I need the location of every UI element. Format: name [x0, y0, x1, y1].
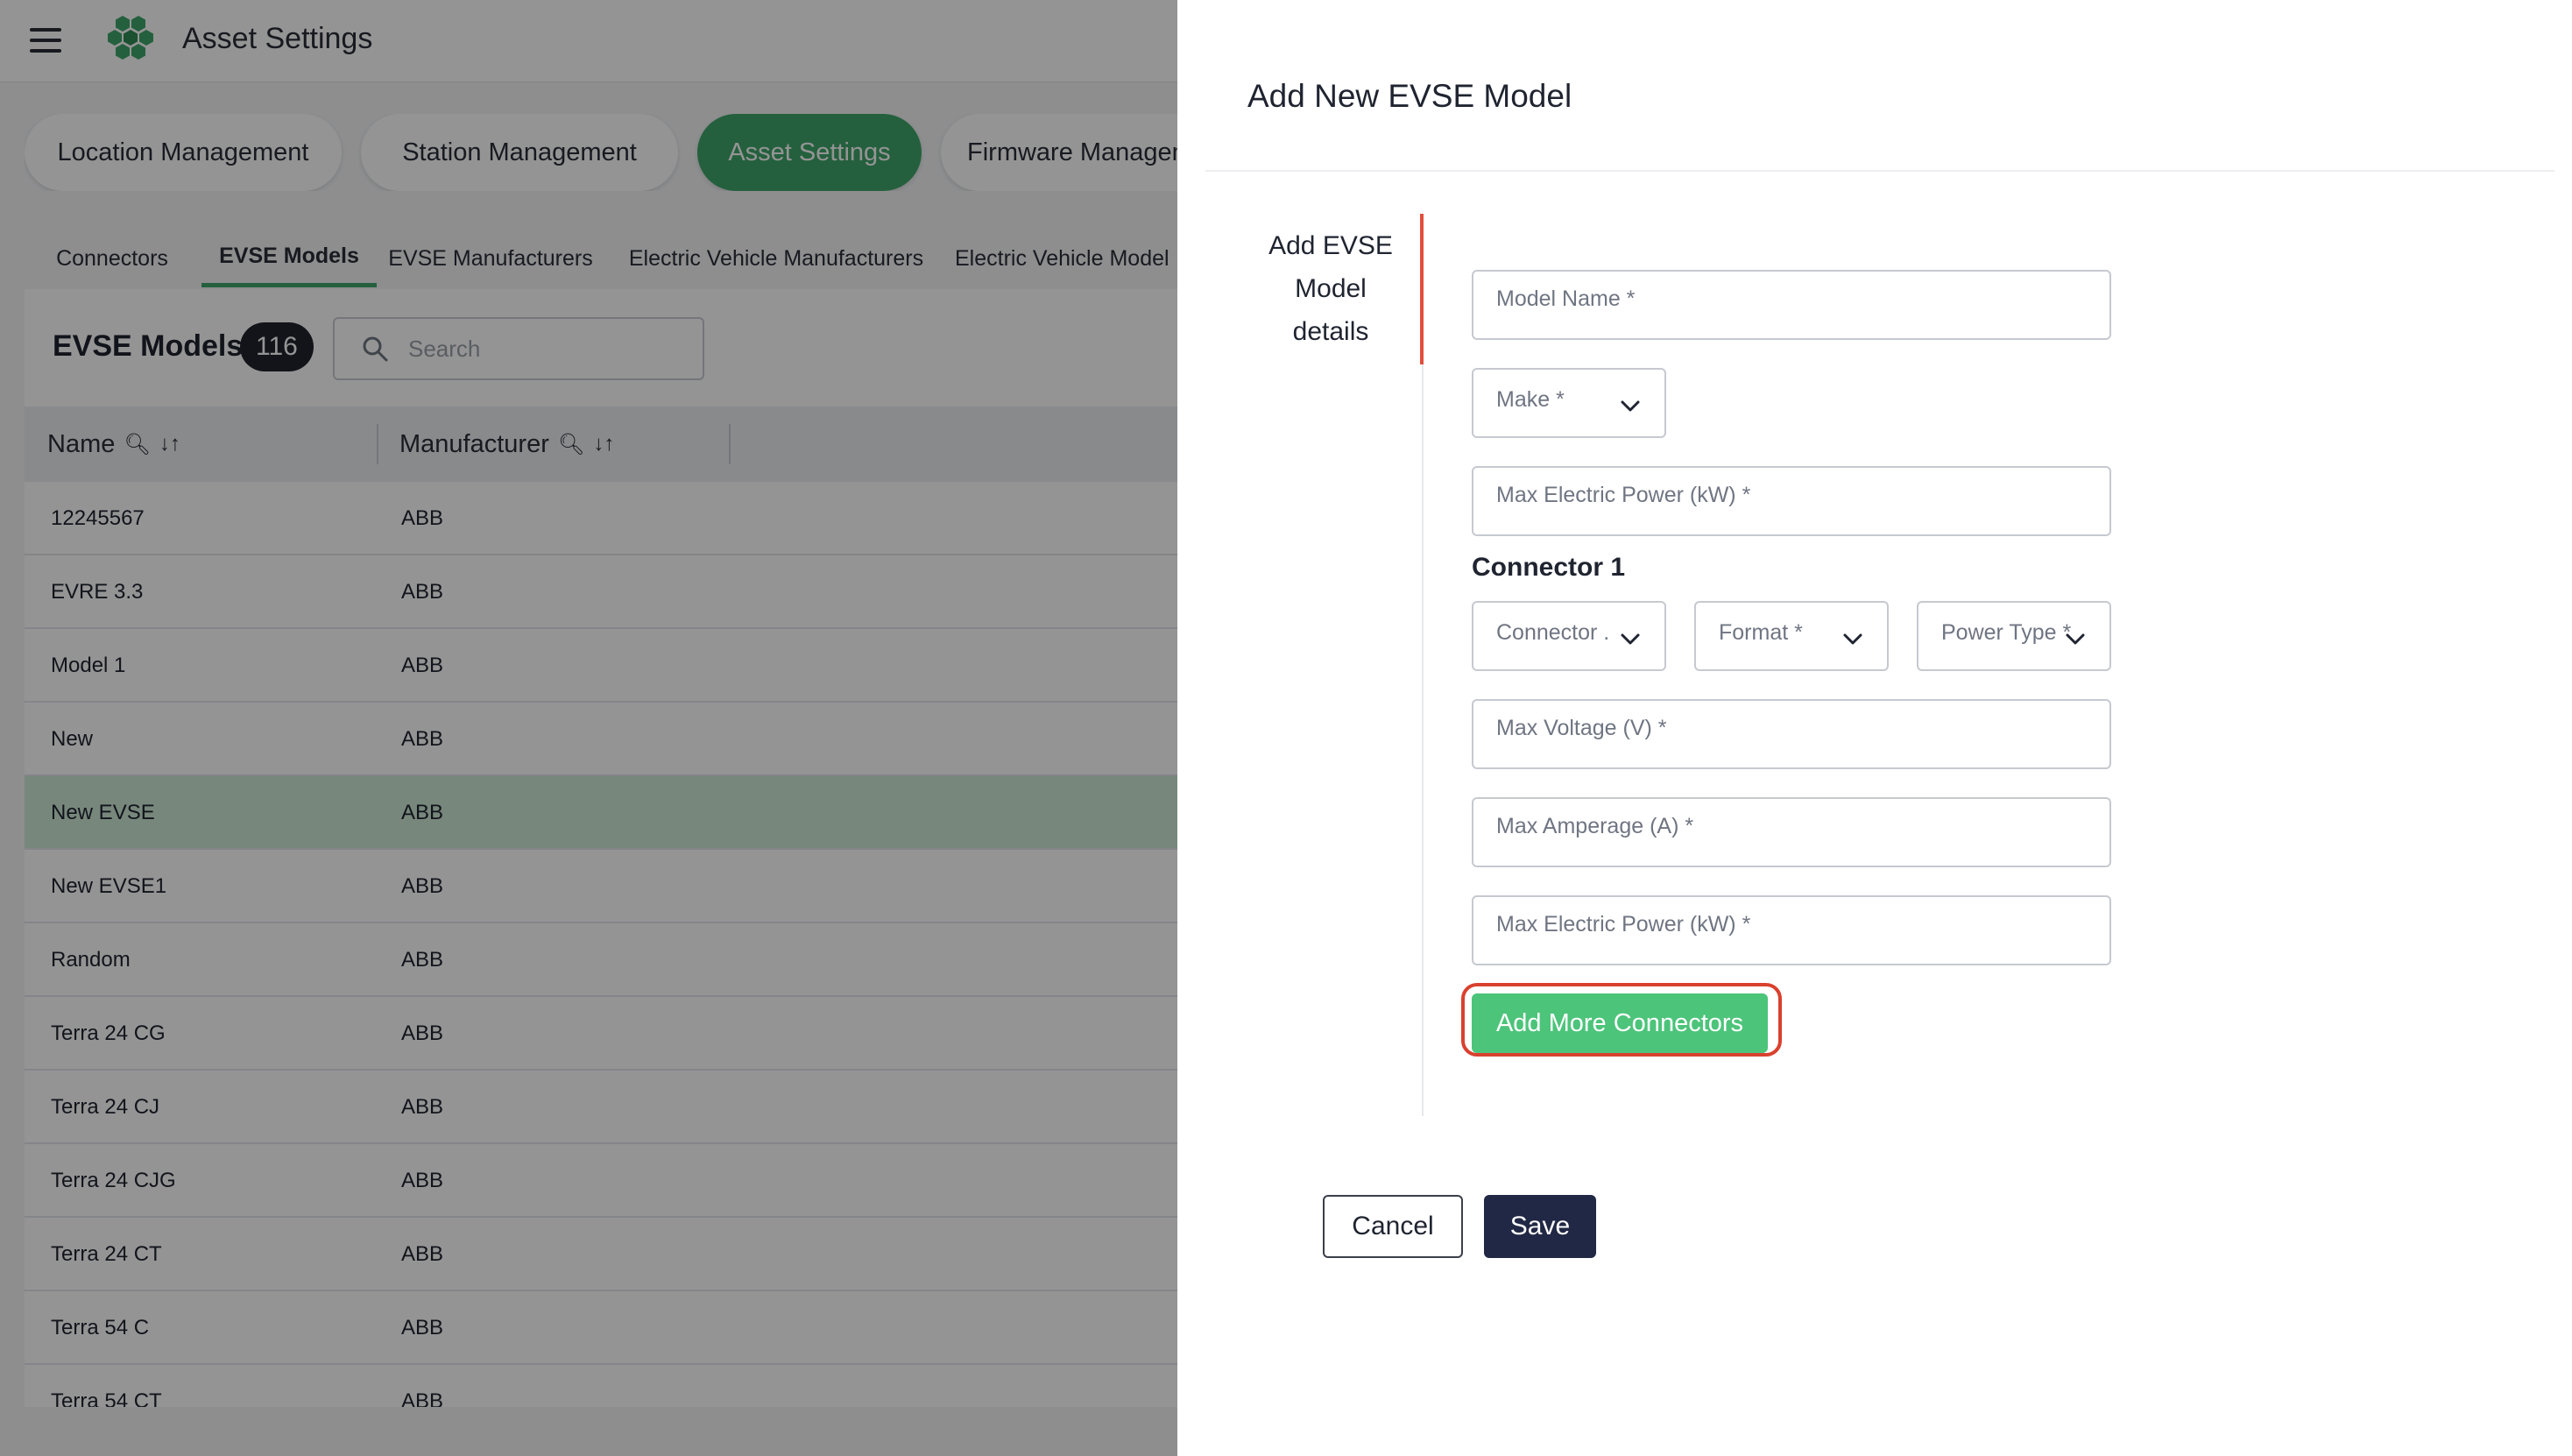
connector-type-select[interactable]: Connector ... [1472, 601, 1666, 671]
drawer-title: Add New EVSE Model [1247, 78, 1572, 114]
make-select-label: Make * [1496, 387, 1565, 412]
step-label-line: Add EVSE [1268, 231, 1393, 260]
chevron-down-icon [1621, 633, 1640, 645]
model-name-input[interactable] [1473, 272, 2109, 338]
step-indicator-active [1420, 214, 1424, 364]
power-type-select[interactable]: Power Type * [1917, 601, 2111, 671]
format-label: Format * [1719, 620, 1803, 645]
asset-settings-page: Asset Settings Location Management Stati… [0, 0, 1177, 1456]
step-label-line: Model [1295, 274, 1367, 303]
max-electric-power-field[interactable] [1472, 466, 2111, 536]
max-voltage-field[interactable] [1472, 699, 2111, 769]
max-amperage-input[interactable] [1473, 799, 2109, 866]
max-voltage-input[interactable] [1473, 701, 2109, 767]
format-select[interactable]: Format * [1694, 601, 1889, 671]
save-button[interactable]: Save [1484, 1195, 1596, 1258]
add-more-connectors-button[interactable]: Add More Connectors [1472, 993, 1768, 1053]
connector-max-electric-power-input[interactable] [1473, 897, 2109, 964]
divider [1205, 170, 2554, 172]
add-evse-model-drawer: Add New EVSE Model Add EVSE Model detail… [1177, 0, 2572, 1456]
step-label-line: details [1292, 317, 1369, 346]
chevron-down-icon [1621, 400, 1640, 412]
make-select[interactable]: Make * [1472, 368, 1666, 438]
modal-backdrop[interactable] [0, 0, 1177, 1456]
step-label: Add EVSE Model details [1247, 224, 1414, 353]
max-electric-power-input[interactable] [1473, 468, 2109, 534]
model-name-field[interactable] [1472, 270, 2111, 340]
connector-section-title: Connector 1 [1472, 553, 1626, 582]
step-indicator-track [1422, 364, 1424, 1116]
chevron-down-icon [2066, 633, 2085, 645]
cancel-button[interactable]: Cancel [1323, 1195, 1463, 1258]
chevron-down-icon [1843, 633, 1862, 645]
max-amperage-field[interactable] [1472, 797, 2111, 867]
connector-max-electric-power-field[interactable] [1472, 895, 2111, 965]
connector-type-label: Connector ... [1496, 620, 1610, 645]
